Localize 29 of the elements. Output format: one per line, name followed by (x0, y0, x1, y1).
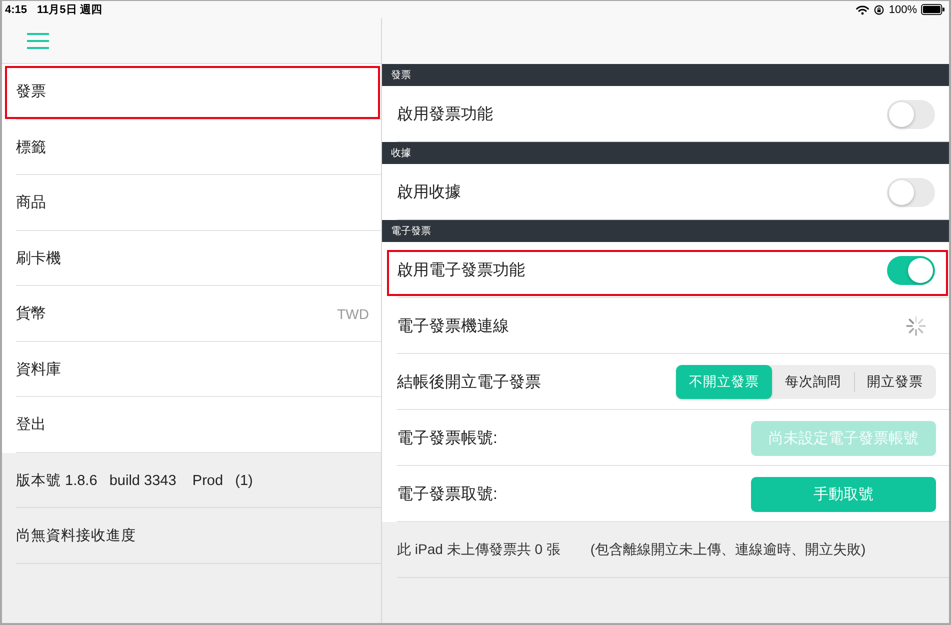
section-header: 發票 (382, 64, 949, 86)
rotation-lock-icon (874, 4, 884, 14)
info-text: 尚無資料接收進度 (16, 526, 136, 546)
battery-icon (921, 4, 945, 15)
segment-option[interactable]: 開立發票 (854, 365, 936, 399)
setting-label: 啟用電子發票功能 (397, 260, 525, 280)
setting-label: 電子發票機連線 (397, 316, 509, 336)
section-header: 收據 (382, 142, 949, 164)
setting-label: 啟用收據 (397, 182, 461, 202)
setting-label: 結帳後開立電子發票 (397, 372, 541, 392)
toggle-switch[interactable] (887, 178, 935, 206)
toggle-switch[interactable] (887, 100, 935, 128)
wifi-icon (856, 4, 869, 14)
status-date: 11月5日 週四 (37, 3, 102, 17)
info-text: 版本號 1.8.6 build 3343 Prod (1) (16, 472, 253, 490)
upload-count-text: 此 iPad 未上傳發票共 0 張 (397, 541, 560, 559)
loading-spinner-icon (906, 316, 926, 336)
setting-label: 電子發票帳號: (397, 428, 498, 448)
section-header: 電子發票 (382, 220, 949, 242)
menu-item-value: TWD (337, 306, 369, 322)
segment-option[interactable]: 每次詢問 (772, 365, 854, 399)
menu-item[interactable]: 發票 (2, 64, 381, 120)
upload-detail-text: (包含離線開立未上傳、連線逾時、開立失敗) (590, 541, 866, 559)
setting-label: 電子發票取號: (397, 484, 498, 504)
setting-label: 啟用發票功能 (397, 104, 493, 124)
toggle-switch[interactable] (887, 256, 935, 284)
status-time: 4:15 (5, 4, 28, 16)
menu-icon[interactable] (27, 32, 49, 48)
battery-percent: 100% (888, 4, 917, 16)
